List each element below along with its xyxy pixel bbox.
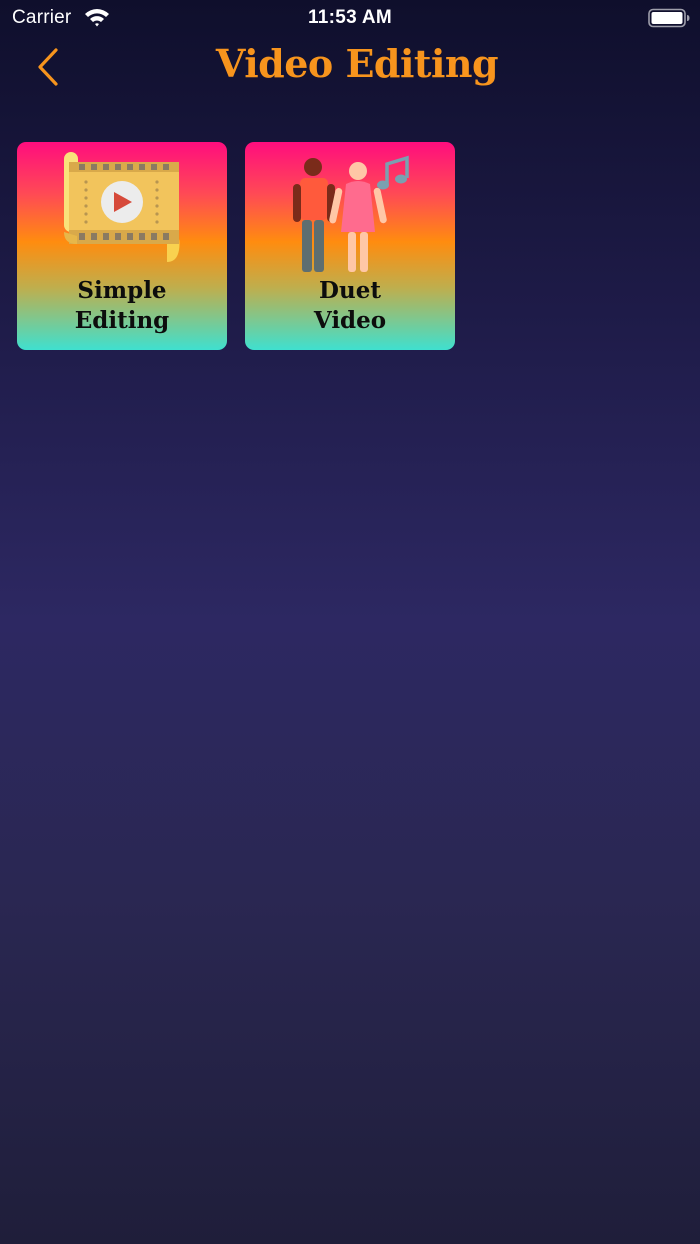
back-button[interactable] <box>28 42 68 92</box>
film-scroll-play-icon <box>17 150 227 278</box>
couple-music-icon <box>245 150 455 278</box>
page-title: Video Editing <box>215 41 499 86</box>
status-bar: Carrier 11:53 AM <box>0 0 700 36</box>
battery-icon <box>648 8 690 28</box>
chevron-left-icon <box>38 48 58 86</box>
duet-video-tile[interactable]: Duet Video <box>245 142 455 350</box>
status-time: 11:53 AM <box>307 7 393 28</box>
duet-video-label: Duet Video <box>313 277 387 334</box>
simple-editing-tile[interactable]: Simple Editing <box>17 142 227 350</box>
simple-editing-label: Simple Editing <box>74 277 170 334</box>
